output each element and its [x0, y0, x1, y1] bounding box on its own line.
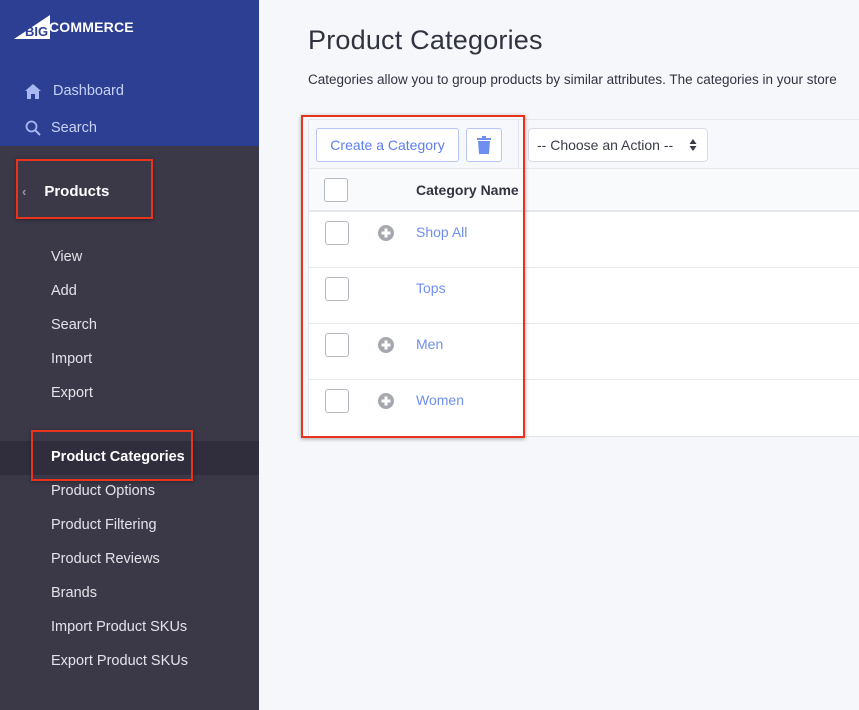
nav-search[interactable]: Search: [24, 119, 97, 137]
logo-text: COMMERCE: [49, 19, 134, 35]
delete-button[interactable]: [466, 128, 502, 162]
expand-plus-icon[interactable]: [378, 393, 394, 409]
category-name-link[interactable]: Men: [416, 336, 443, 352]
sidebar-item-add[interactable]: Add: [51, 283, 77, 299]
choose-action-value: -- Choose an Action --: [537, 137, 674, 153]
select-arrows-icon: [689, 139, 697, 151]
row-checkbox[interactable]: [325, 277, 349, 301]
sidebar-item-view[interactable]: View: [51, 249, 82, 265]
sidebar-item-brands[interactable]: Brands: [51, 585, 97, 601]
logo-mark-icon: BIG: [14, 15, 50, 39]
search-icon: [24, 119, 42, 137]
svg-text:BIG: BIG: [25, 24, 48, 39]
chevron-left-icon[interactable]: ‹: [22, 184, 26, 199]
sidebar-item-export-product-skus[interactable]: Export Product SKUs: [51, 653, 188, 669]
page-title: Product Categories: [308, 25, 543, 55]
sidebar-item-export[interactable]: Export: [51, 385, 93, 401]
sidebar-item-product-categories[interactable]: Product Categories: [51, 449, 185, 465]
bigcommerce-logo[interactable]: BIG COMMERCE: [14, 14, 134, 40]
home-icon: [24, 82, 42, 100]
products-section-header[interactable]: ‹ Products: [22, 183, 109, 200]
products-section-label: Products: [44, 183, 110, 200]
select-all-checkbox[interactable]: [324, 178, 348, 202]
sidebar-item-product-options[interactable]: Product Options: [51, 483, 155, 499]
expand-plus-icon[interactable]: [378, 337, 394, 353]
sidebar-item-product-reviews[interactable]: Product Reviews: [51, 551, 160, 567]
sidebar: BIG COMMERCE Dashboard Search ‹ Products…: [0, 0, 259, 710]
category-name-link[interactable]: Shop All: [416, 224, 467, 240]
row-checkbox[interactable]: [325, 389, 349, 413]
create-category-button[interactable]: Create a Category: [316, 128, 459, 162]
sidebar-item-search[interactable]: Search: [51, 317, 97, 333]
sidebar-item-import-product-skus[interactable]: Import Product SKUs: [51, 619, 187, 635]
nav-dashboard-label: Dashboard: [53, 83, 124, 99]
nav-dashboard[interactable]: Dashboard: [24, 82, 124, 100]
row-checkbox[interactable]: [325, 333, 349, 357]
sidebar-item-product-filtering[interactable]: Product Filtering: [51, 517, 157, 533]
table-row: Women: [309, 380, 859, 436]
category-name-link[interactable]: Women: [416, 392, 464, 408]
table-row: Shop All: [309, 212, 859, 268]
table-toolbar: Create a Category -- Choose an Action --: [309, 119, 859, 169]
nav-search-label: Search: [51, 120, 97, 136]
table-row: Men: [309, 324, 859, 380]
category-name-link[interactable]: Tops: [416, 280, 446, 296]
categories-panel: Create a Category -- Choose an Action --…: [308, 119, 859, 437]
toolbar-divider: [518, 120, 519, 169]
column-header-category-name[interactable]: Category Name: [416, 182, 519, 198]
sidebar-item-import[interactable]: Import: [51, 351, 92, 367]
page-description: Categories allow you to group products b…: [308, 72, 837, 87]
table-header: Category Name: [309, 169, 859, 212]
row-checkbox[interactable]: [325, 221, 349, 245]
choose-action-select[interactable]: -- Choose an Action --: [528, 128, 708, 162]
trash-icon: [477, 136, 491, 154]
sidebar-header: BIG COMMERCE Dashboard Search: [0, 0, 259, 146]
expand-plus-icon[interactable]: [378, 225, 394, 241]
table-row: Tops: [309, 268, 859, 324]
